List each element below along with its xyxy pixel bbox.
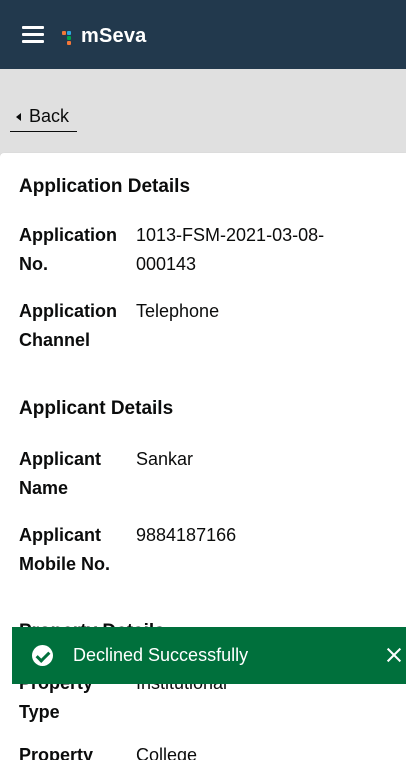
logo-mark-icon (62, 28, 78, 45)
hamburger-menu-icon[interactable] (22, 26, 44, 43)
top-app-bar: mSeva (0, 0, 406, 69)
close-icon[interactable] (386, 647, 402, 663)
detail-label: Application Channel (19, 301, 117, 350)
detail-value: Telephone (136, 301, 220, 321)
toast-message: Declined Successfully (73, 645, 249, 665)
section-title-applicant: Applicant Details (19, 398, 174, 419)
back-button[interactable]: Back (10, 106, 78, 132)
success-toast: Declined Successfully (12, 627, 406, 684)
caret-left-icon (16, 112, 21, 121)
back-label: Back (29, 106, 70, 126)
detail-value: Sankar (136, 449, 194, 469)
logo-text: mSeva (81, 24, 147, 47)
mseva-logo: mSeva (62, 24, 147, 48)
detail-label: Property (19, 745, 94, 760)
detail-value: College (136, 745, 198, 760)
detail-label: Application No. (19, 225, 117, 274)
check-circle-icon (32, 645, 53, 666)
detail-label: Applicant Name (19, 449, 102, 498)
detail-value: 1013-FSM-2021-03-08-000143 (136, 225, 325, 274)
section-title-application: Application Details (19, 176, 191, 197)
detail-label: Applicant Mobile No. (19, 525, 110, 574)
detail-value: 9884187166 (136, 525, 237, 545)
